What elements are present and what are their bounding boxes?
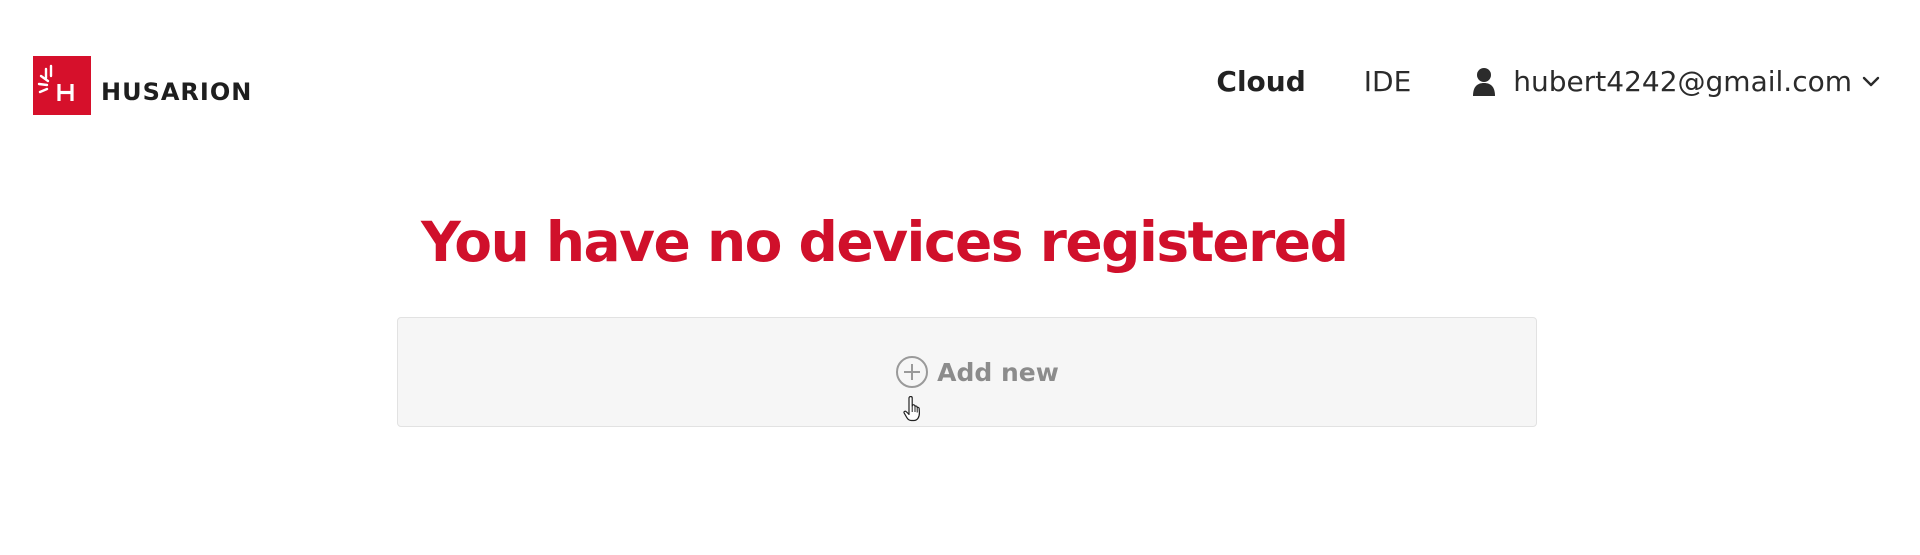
husarion-logo-icon (33, 56, 91, 115)
main-nav: Cloud IDE hubert4242@gmail.com (1216, 62, 1880, 102)
nav-link-cloud[interactable]: Cloud (1216, 62, 1305, 102)
add-device-label: Add new (937, 357, 1059, 387)
hand-pointer-cursor-icon (903, 396, 920, 422)
chevron-down-icon (1862, 76, 1880, 87)
plus-circle-icon (896, 356, 929, 388)
add-device-content: Add new (895, 355, 1059, 389)
user-menu[interactable]: hubert4242@gmail.com (1473, 62, 1880, 102)
add-device-button[interactable]: Add new (397, 317, 1537, 427)
user-icon (1473, 68, 1496, 96)
page-title: You have no devices registered (421, 210, 1349, 274)
brand-name: HUSARION (101, 77, 253, 106)
top-header: HUSARION Cloud IDE hubert4242@gmail.com (0, 0, 1920, 160)
nav-link-ide[interactable]: IDE (1364, 62, 1412, 102)
brand-logo[interactable]: HUSARION (33, 56, 252, 115)
user-email: hubert4242@gmail.com (1513, 65, 1852, 98)
page: HUSARION Cloud IDE hubert4242@gmail.com … (0, 0, 1920, 555)
